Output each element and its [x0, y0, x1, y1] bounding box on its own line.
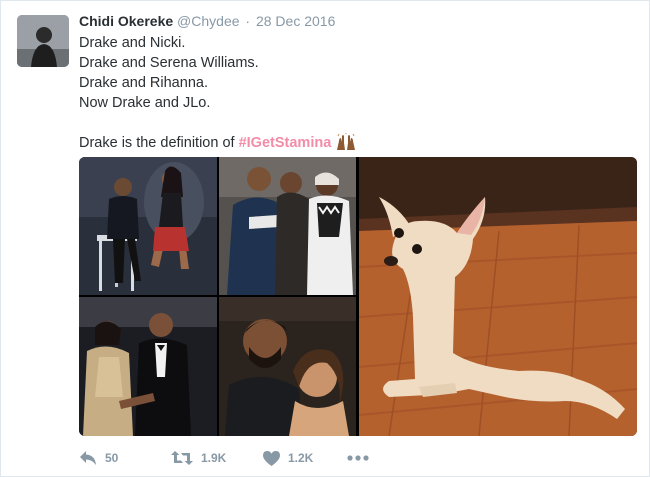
- photo-drake-serena[interactable]: [219, 157, 356, 295]
- author-name[interactable]: Chidi Okereke: [79, 13, 173, 29]
- raised-hands-icon: [335, 133, 357, 151]
- heart-icon: [263, 450, 280, 466]
- avatar-image: [17, 15, 69, 67]
- tweet-text-line: Drake and Serena Williams.: [79, 55, 259, 71]
- photo-drake-rihanna[interactable]: [79, 297, 217, 436]
- retweet-icon: [171, 451, 193, 465]
- tweet-text-line: Drake and Rihanna.: [79, 75, 208, 91]
- tweet-text-line: Drake and Nicki.: [79, 35, 186, 51]
- more-button[interactable]: [347, 455, 369, 461]
- photo-stretching-puppy[interactable]: [359, 157, 637, 436]
- photo-drake-nicki[interactable]: [79, 157, 217, 295]
- like-button[interactable]: 1.2K: [263, 450, 347, 466]
- header-separator: ·: [245, 13, 251, 29]
- retweet-button[interactable]: 1.9K: [171, 450, 263, 466]
- tweet-text: Drake and Nicki. Drake and Serena Willia…: [79, 33, 619, 153]
- retweet-count: 1.9K: [201, 451, 227, 465]
- author-handle[interactable]: @Chydee: [177, 13, 239, 29]
- closing-text: Drake is the definition of: [79, 135, 239, 151]
- tweet-card: Chidi Okereke @Chydee · 28 Dec 2016 Drak…: [0, 0, 650, 477]
- avatar[interactable]: [17, 15, 69, 67]
- photo-drake-jlo[interactable]: [219, 297, 356, 436]
- more-dots-icon: [347, 455, 369, 461]
- reply-count: 50: [105, 451, 119, 465]
- tweet-text-line: Now Drake and JLo.: [79, 95, 211, 111]
- tweet-actions: 50 1.9K 1.2K: [79, 447, 369, 469]
- tweet-closing-line: Drake is the definition of #IGetStamina: [79, 133, 619, 153]
- tweet-date[interactable]: 28 Dec 2016: [256, 13, 335, 29]
- tweet-header: Chidi Okereke @Chydee · 28 Dec 2016: [79, 12, 335, 30]
- reply-icon: [80, 451, 96, 465]
- media-grid: [79, 157, 637, 436]
- reply-button[interactable]: 50: [79, 450, 171, 466]
- like-count: 1.2K: [288, 451, 314, 465]
- hashtag-link[interactable]: #IGetStamina: [239, 135, 332, 151]
